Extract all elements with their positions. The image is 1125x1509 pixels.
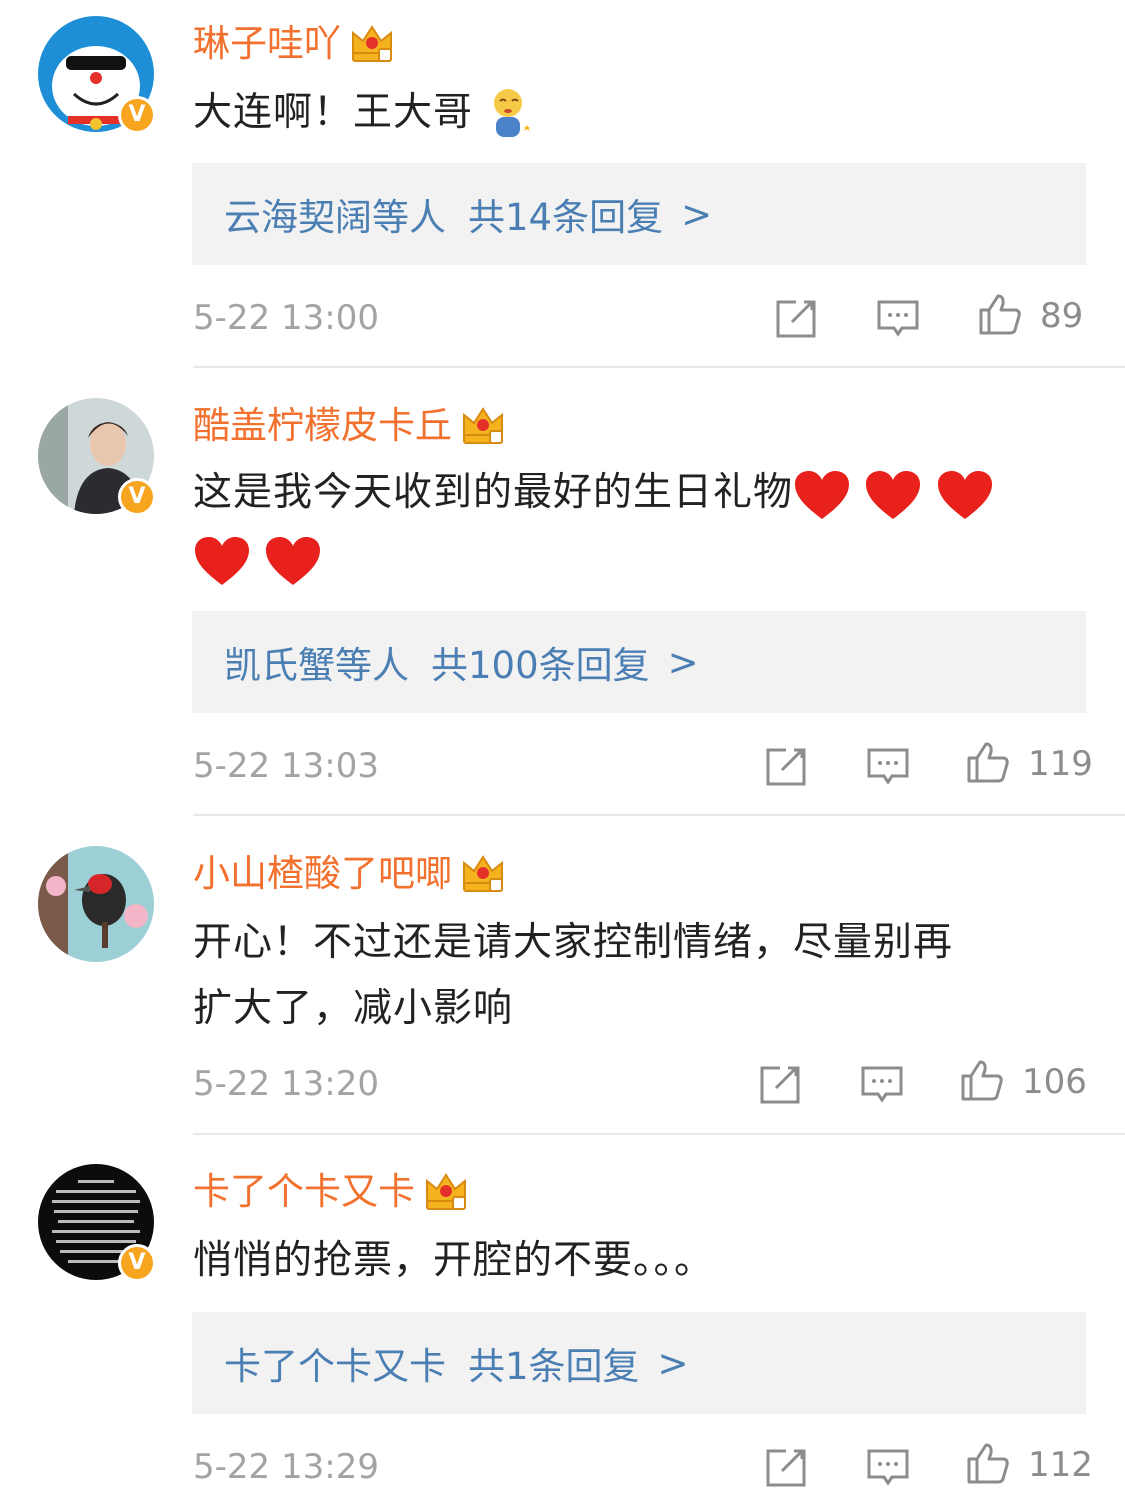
username-text: 卡了个卡又卡 <box>193 1170 415 1213</box>
avatar[interactable] <box>38 846 154 962</box>
username[interactable]: 卡了个卡又卡 <box>193 1168 469 1216</box>
chevron-right-icon: > <box>667 640 699 684</box>
comment-text-line: 开心！不过还是请大家控制情绪，尽量别再 <box>193 920 954 965</box>
comment-text: 悄悄的抢票，开腔的不要。。。 <box>193 1228 1073 1294</box>
reply-summary-link[interactable]: 卡了个卡又卡 共1条回复 > <box>192 1312 1086 1414</box>
like-count: 106 <box>1022 1062 1087 1102</box>
crown-badge-icon <box>349 23 395 65</box>
divider <box>193 814 1125 816</box>
comment-text: 大连啊！王大哥 <box>193 80 1073 146</box>
username[interactable]: 酷盖柠檬皮卡丘 <box>193 402 506 450</box>
comment-text: 开心！不过还是请大家控制情绪，尽量别再 扩大了，减小影响 <box>193 910 1073 1042</box>
heart-emoji <box>864 469 922 521</box>
crown-badge-icon <box>460 853 506 895</box>
comment-text: 这是我今天收到的最好的生日礼物 <box>193 460 1073 592</box>
reply-users: 云海契阔 <box>224 196 372 239</box>
comment-icon[interactable] <box>866 744 910 788</box>
like-icon[interactable] <box>960 1058 1004 1102</box>
timestamp: 5-22 13:20 <box>193 1064 379 1104</box>
like-count: 119 <box>1028 744 1093 784</box>
like-icon[interactable] <box>978 292 1022 336</box>
username-text: 琳子哇吖 <box>193 22 341 65</box>
comment-text-body: 大连啊！王大哥 <box>193 90 474 135</box>
comment-icon[interactable] <box>860 1062 904 1106</box>
username-text: 小山楂酸了吧唧 <box>193 852 452 895</box>
heart-emoji <box>936 469 994 521</box>
reply-users: 卡了个卡又卡 <box>224 1345 446 1388</box>
reply-summary-link[interactable]: 凯氏蟹 等人 共100条回复 > <box>192 611 1086 713</box>
reply-suffix: 等人 <box>372 196 446 239</box>
timestamp: 5-22 13:00 <box>193 298 379 338</box>
comment-text-body: 这是我今天收到的最好的生日礼物 <box>193 470 794 515</box>
like-count: 112 <box>1028 1445 1093 1485</box>
divider <box>193 1133 1125 1135</box>
share-icon[interactable] <box>758 1062 802 1106</box>
verified-badge-icon: V <box>118 478 156 516</box>
divider <box>193 366 1125 368</box>
share-icon[interactable] <box>774 296 818 340</box>
reply-count: 共1条回复 <box>468 1345 640 1388</box>
username-text: 酷盖柠檬皮卡丘 <box>193 404 452 447</box>
heart-emoji <box>264 535 322 587</box>
chevron-right-icon: > <box>657 1341 689 1385</box>
like-icon[interactable] <box>966 740 1010 784</box>
share-icon[interactable] <box>764 744 808 788</box>
chevron-right-icon: > <box>681 192 713 236</box>
reply-count: 共14条回复 <box>468 196 664 239</box>
timestamp: 5-22 13:03 <box>193 746 379 786</box>
comment-icon[interactable] <box>866 1445 910 1489</box>
crown-badge-icon <box>460 405 506 447</box>
verified-badge-icon: V <box>118 1244 156 1282</box>
username[interactable]: 琳子哇吖 <box>193 20 395 68</box>
like-count: 89 <box>1040 296 1084 336</box>
comment-text-body: 悄悄的抢票，开腔的不要。。。 <box>193 1238 715 1283</box>
comment-icon[interactable] <box>876 296 920 340</box>
shy-emoji <box>486 87 534 143</box>
share-icon[interactable] <box>764 1445 808 1489</box>
bird-avatar-image <box>38 846 154 962</box>
verified-badge-icon: V <box>118 96 156 134</box>
like-icon[interactable] <box>966 1441 1010 1485</box>
heart-emoji <box>793 469 851 521</box>
username[interactable]: 小山楂酸了吧唧 <box>193 850 506 898</box>
reply-users: 凯氏蟹 <box>224 644 335 687</box>
comment-text-line: 扩大了，减小影响 <box>193 986 514 1031</box>
reply-count: 共100条回复 <box>431 644 650 687</box>
reply-suffix: 等人 <box>335 644 409 687</box>
timestamp: 5-22 13:29 <box>193 1447 379 1487</box>
reply-summary-link[interactable]: 云海契阔 等人 共14条回复 > <box>192 163 1086 265</box>
heart-emoji <box>193 535 251 587</box>
crown-badge-icon <box>423 1171 469 1213</box>
